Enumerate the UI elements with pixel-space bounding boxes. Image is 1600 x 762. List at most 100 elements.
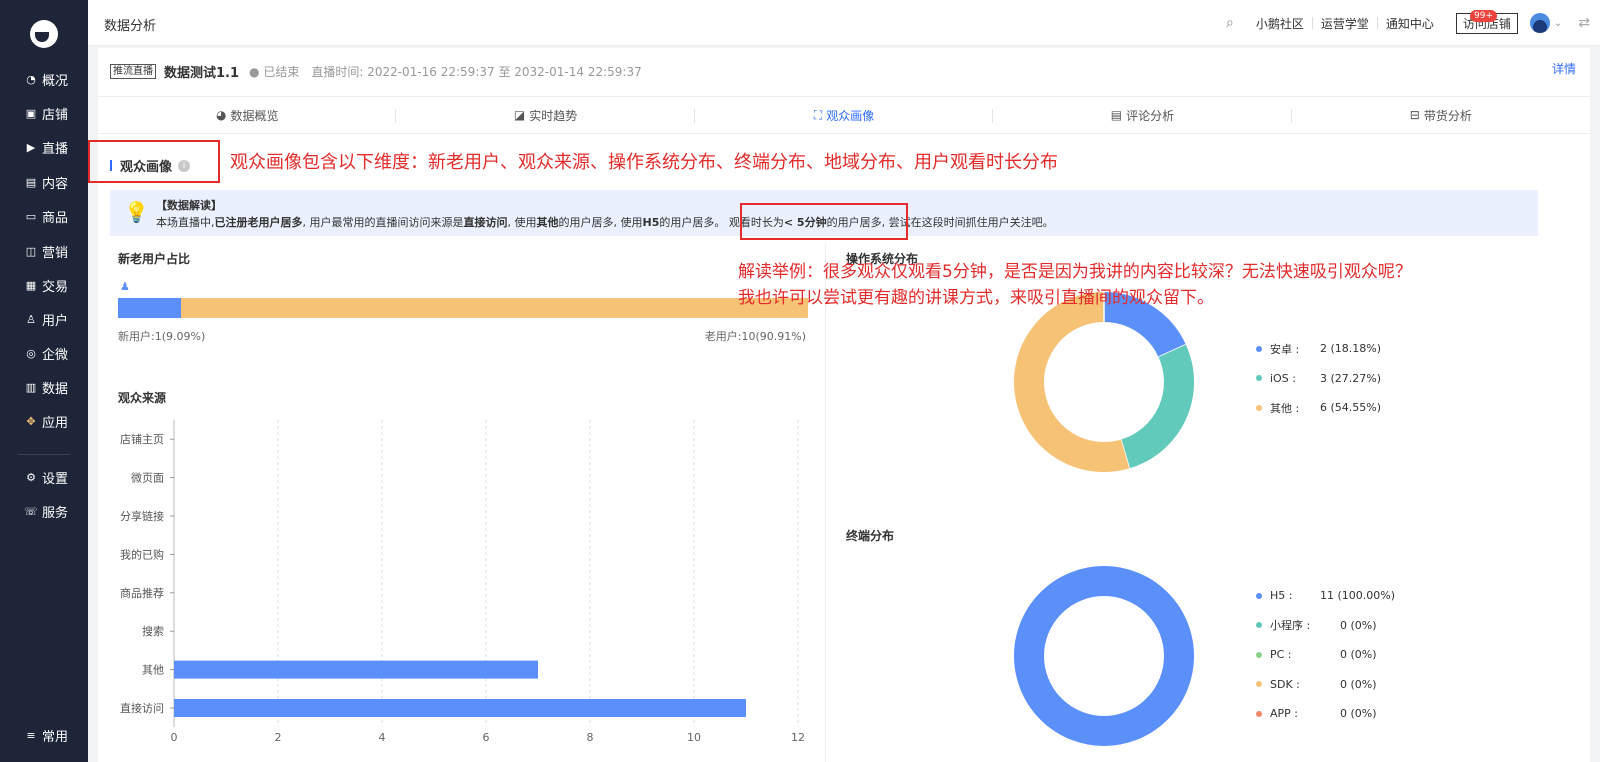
- audience-source-chart: 0 2 4 6 8 10 12 店铺主页微页面分享链接我的已购商品推荐搜索其他直接访问: [120, 420, 805, 744]
- interpretation-text: 本场直播中,已注册老用户居多, 用户最常用的直播间访问来源是直接访问, 使用其他…: [156, 216, 1054, 229]
- audience-source-title: 观众来源: [118, 391, 167, 405]
- x-tick-label: 10: [687, 731, 701, 744]
- tab-bar: ◕ 数据概览 ◪ 实时趋势 ⛶ 观众画像 ▤ 评论分析 ⊟ 带货分析: [98, 96, 1590, 134]
- sidebar-item-common[interactable]: ≡ 常用: [0, 720, 88, 750]
- switch-icon[interactable]: ⇄: [1578, 15, 1590, 31]
- chevron-down-icon[interactable]: ⌄: [1554, 18, 1562, 29]
- search-icon[interactable]: ⌕: [1226, 15, 1234, 31]
- sidebar-item-goods[interactable]: ▭ 商品: [0, 201, 88, 231]
- sidebar-item-label: 直播: [42, 141, 69, 157]
- legend-dot: [1256, 404, 1262, 411]
- tab-realtime-trend[interactable]: ◪ 实时趋势: [396, 97, 696, 133]
- tab-comment-analysis[interactable]: ▤ 评论分析: [993, 97, 1293, 133]
- annotation-example-line2: 我也许可以尝试更有趣的讲课方式，来吸引直播间的观众留下。: [738, 288, 1214, 308]
- x-tick-label: 6: [483, 731, 490, 744]
- legend-item: H5 :11 (100.00%): [1256, 581, 1395, 611]
- sidebar-item-label: 店铺: [42, 107, 69, 123]
- tab-label: 评论分析: [1126, 108, 1175, 123]
- sidebar-item-wecom[interactable]: ◎ 企微: [0, 338, 88, 368]
- sidebar-item-label: 数据: [42, 381, 69, 397]
- notification-center-link[interactable]: 通知中心: [1378, 15, 1442, 32]
- tab-label: 带货分析: [1423, 108, 1472, 123]
- sidebar-item-settings[interactable]: ⚙ 设置: [0, 462, 88, 492]
- comment-icon: ▤: [1110, 108, 1123, 122]
- legend-item: SDK :0 (0%): [1256, 670, 1395, 700]
- sidebar-item-service[interactable]: ☏ 服务: [0, 496, 88, 526]
- community-link[interactable]: 小鹅社区: [1248, 15, 1312, 32]
- os-donut-chart: [1014, 292, 1194, 472]
- sidebar-item-data[interactable]: ▥ 数据: [0, 372, 88, 402]
- store-icon: ▣: [25, 106, 37, 120]
- sidebar-item-marketing[interactable]: ◫ 营销: [0, 236, 88, 266]
- tab-sales-analysis[interactable]: ⊟ 带货分析: [1292, 97, 1590, 133]
- sidebar-item-label: 应用: [42, 415, 69, 431]
- trade-icon: ▦: [25, 278, 37, 292]
- tab-label: 实时趋势: [529, 108, 578, 123]
- trend-icon: ◪: [513, 108, 526, 122]
- gear-icon: ⚙: [26, 470, 36, 484]
- megaphone-icon: ◫: [25, 244, 37, 258]
- sidebar-item-users[interactable]: ♙ 用户: [0, 304, 88, 334]
- legend-dot: [1256, 681, 1262, 688]
- x-tick-label: 2: [275, 731, 282, 744]
- lightbulb-icon: 💡: [124, 200, 149, 224]
- live-title: 数据测试1.1: [164, 66, 240, 81]
- column-divider: [825, 244, 826, 762]
- sidebar-item-store[interactable]: ▣ 店铺: [0, 98, 88, 128]
- sidebar-item-label: 用户: [42, 313, 69, 329]
- academy-link[interactable]: 运营学堂: [1313, 15, 1377, 32]
- donut-slice[interactable]: [1120, 344, 1194, 469]
- legend-item: APP :0 (0%): [1256, 699, 1395, 729]
- x-tick-label: 12: [791, 731, 805, 744]
- y-tick-label: 我的已购: [120, 547, 164, 561]
- legend-item: 其他 :6 (54.55%): [1256, 393, 1381, 423]
- legend-dot: [1256, 710, 1262, 717]
- pie-icon: ◕: [215, 108, 227, 122]
- document-icon: ▤: [25, 175, 37, 189]
- detail-link[interactable]: 详情: [1552, 60, 1576, 77]
- logo[interactable]: [30, 20, 58, 48]
- live-time: 直播时间: 2022-01-16 22:59:37 至 2032-01-14 2…: [311, 65, 642, 79]
- user-icon: ♟: [120, 280, 130, 293]
- sidebar-item-content[interactable]: ▤ 内容: [0, 167, 88, 197]
- sidebar-item-live[interactable]: ▶ 直播: [0, 132, 88, 162]
- live-status: ● 已结束: [249, 65, 300, 79]
- tab-label: 观众画像: [826, 108, 875, 123]
- y-tick-label: 直接访问: [120, 701, 164, 715]
- clock-icon: ◔: [26, 72, 36, 86]
- apps-icon: ✥: [26, 414, 36, 428]
- donut-slice[interactable]: [1103, 292, 1186, 358]
- legend-dot: [1256, 651, 1262, 658]
- sidebar-item-trade[interactable]: ▦ 交易: [0, 270, 88, 300]
- terminal-legend: H5 :11 (100.00%) 小程序 :0 (0%) PC :0 (0%) …: [1256, 581, 1395, 729]
- annotation-example-line1: 解读举例：很多观众仅观看5分钟，是否是因为我讲的内容比较深？无法快速吸引观众呢？: [738, 262, 1412, 282]
- sidebar: ◔ 概况 ▣ 店铺 ▶ 直播 ▤ 内容 ▭ 商品 ◫ 营销 ▦ 交易 ♙ 用户 ◎ 企微 ▥ 数据 …: [0, 0, 88, 762]
- legend-item: iOS :3 (27.27%): [1256, 364, 1381, 394]
- user-icon: ♙: [26, 312, 36, 326]
- interpretation-title: 【数据解读】: [156, 199, 222, 212]
- sidebar-item-overview[interactable]: ◔ 概况: [0, 64, 88, 94]
- y-tick-label: 商品推荐: [120, 586, 164, 600]
- sidebar-item-label: 设置: [42, 471, 69, 487]
- new-users-label: 新用户:1(9.09%): [118, 330, 206, 343]
- donut-slice[interactable]: [1014, 292, 1130, 472]
- y-tick-label: 分享链接: [120, 509, 164, 523]
- tab-audience-portrait[interactable]: ⛶ 观众画像: [695, 97, 994, 133]
- sidebar-item-label: 商品: [42, 210, 69, 226]
- tab-overview[interactable]: ◕ 数据概览: [98, 97, 397, 133]
- portrait-icon: ⛶: [813, 107, 823, 122]
- legend-item: 小程序 :0 (0%): [1256, 611, 1395, 641]
- annotation-box: [740, 203, 908, 240]
- bar[interactable]: [174, 660, 538, 679]
- bar[interactable]: [174, 699, 746, 717]
- basket-icon: ⊟: [1409, 108, 1420, 122]
- annotation-box: [88, 140, 220, 183]
- sidebar-item-label: 概况: [42, 73, 69, 89]
- avatar[interactable]: [1529, 13, 1550, 33]
- live-icon: ▶: [26, 140, 36, 154]
- sidebar-item-apps[interactable]: ✥ 应用: [0, 406, 88, 436]
- x-tick-label: 8: [587, 731, 594, 744]
- donut-slice[interactable]: [1014, 566, 1194, 746]
- page-title: 数据分析: [104, 19, 157, 34]
- terminal-distribution-title: 终端分布: [846, 529, 895, 543]
